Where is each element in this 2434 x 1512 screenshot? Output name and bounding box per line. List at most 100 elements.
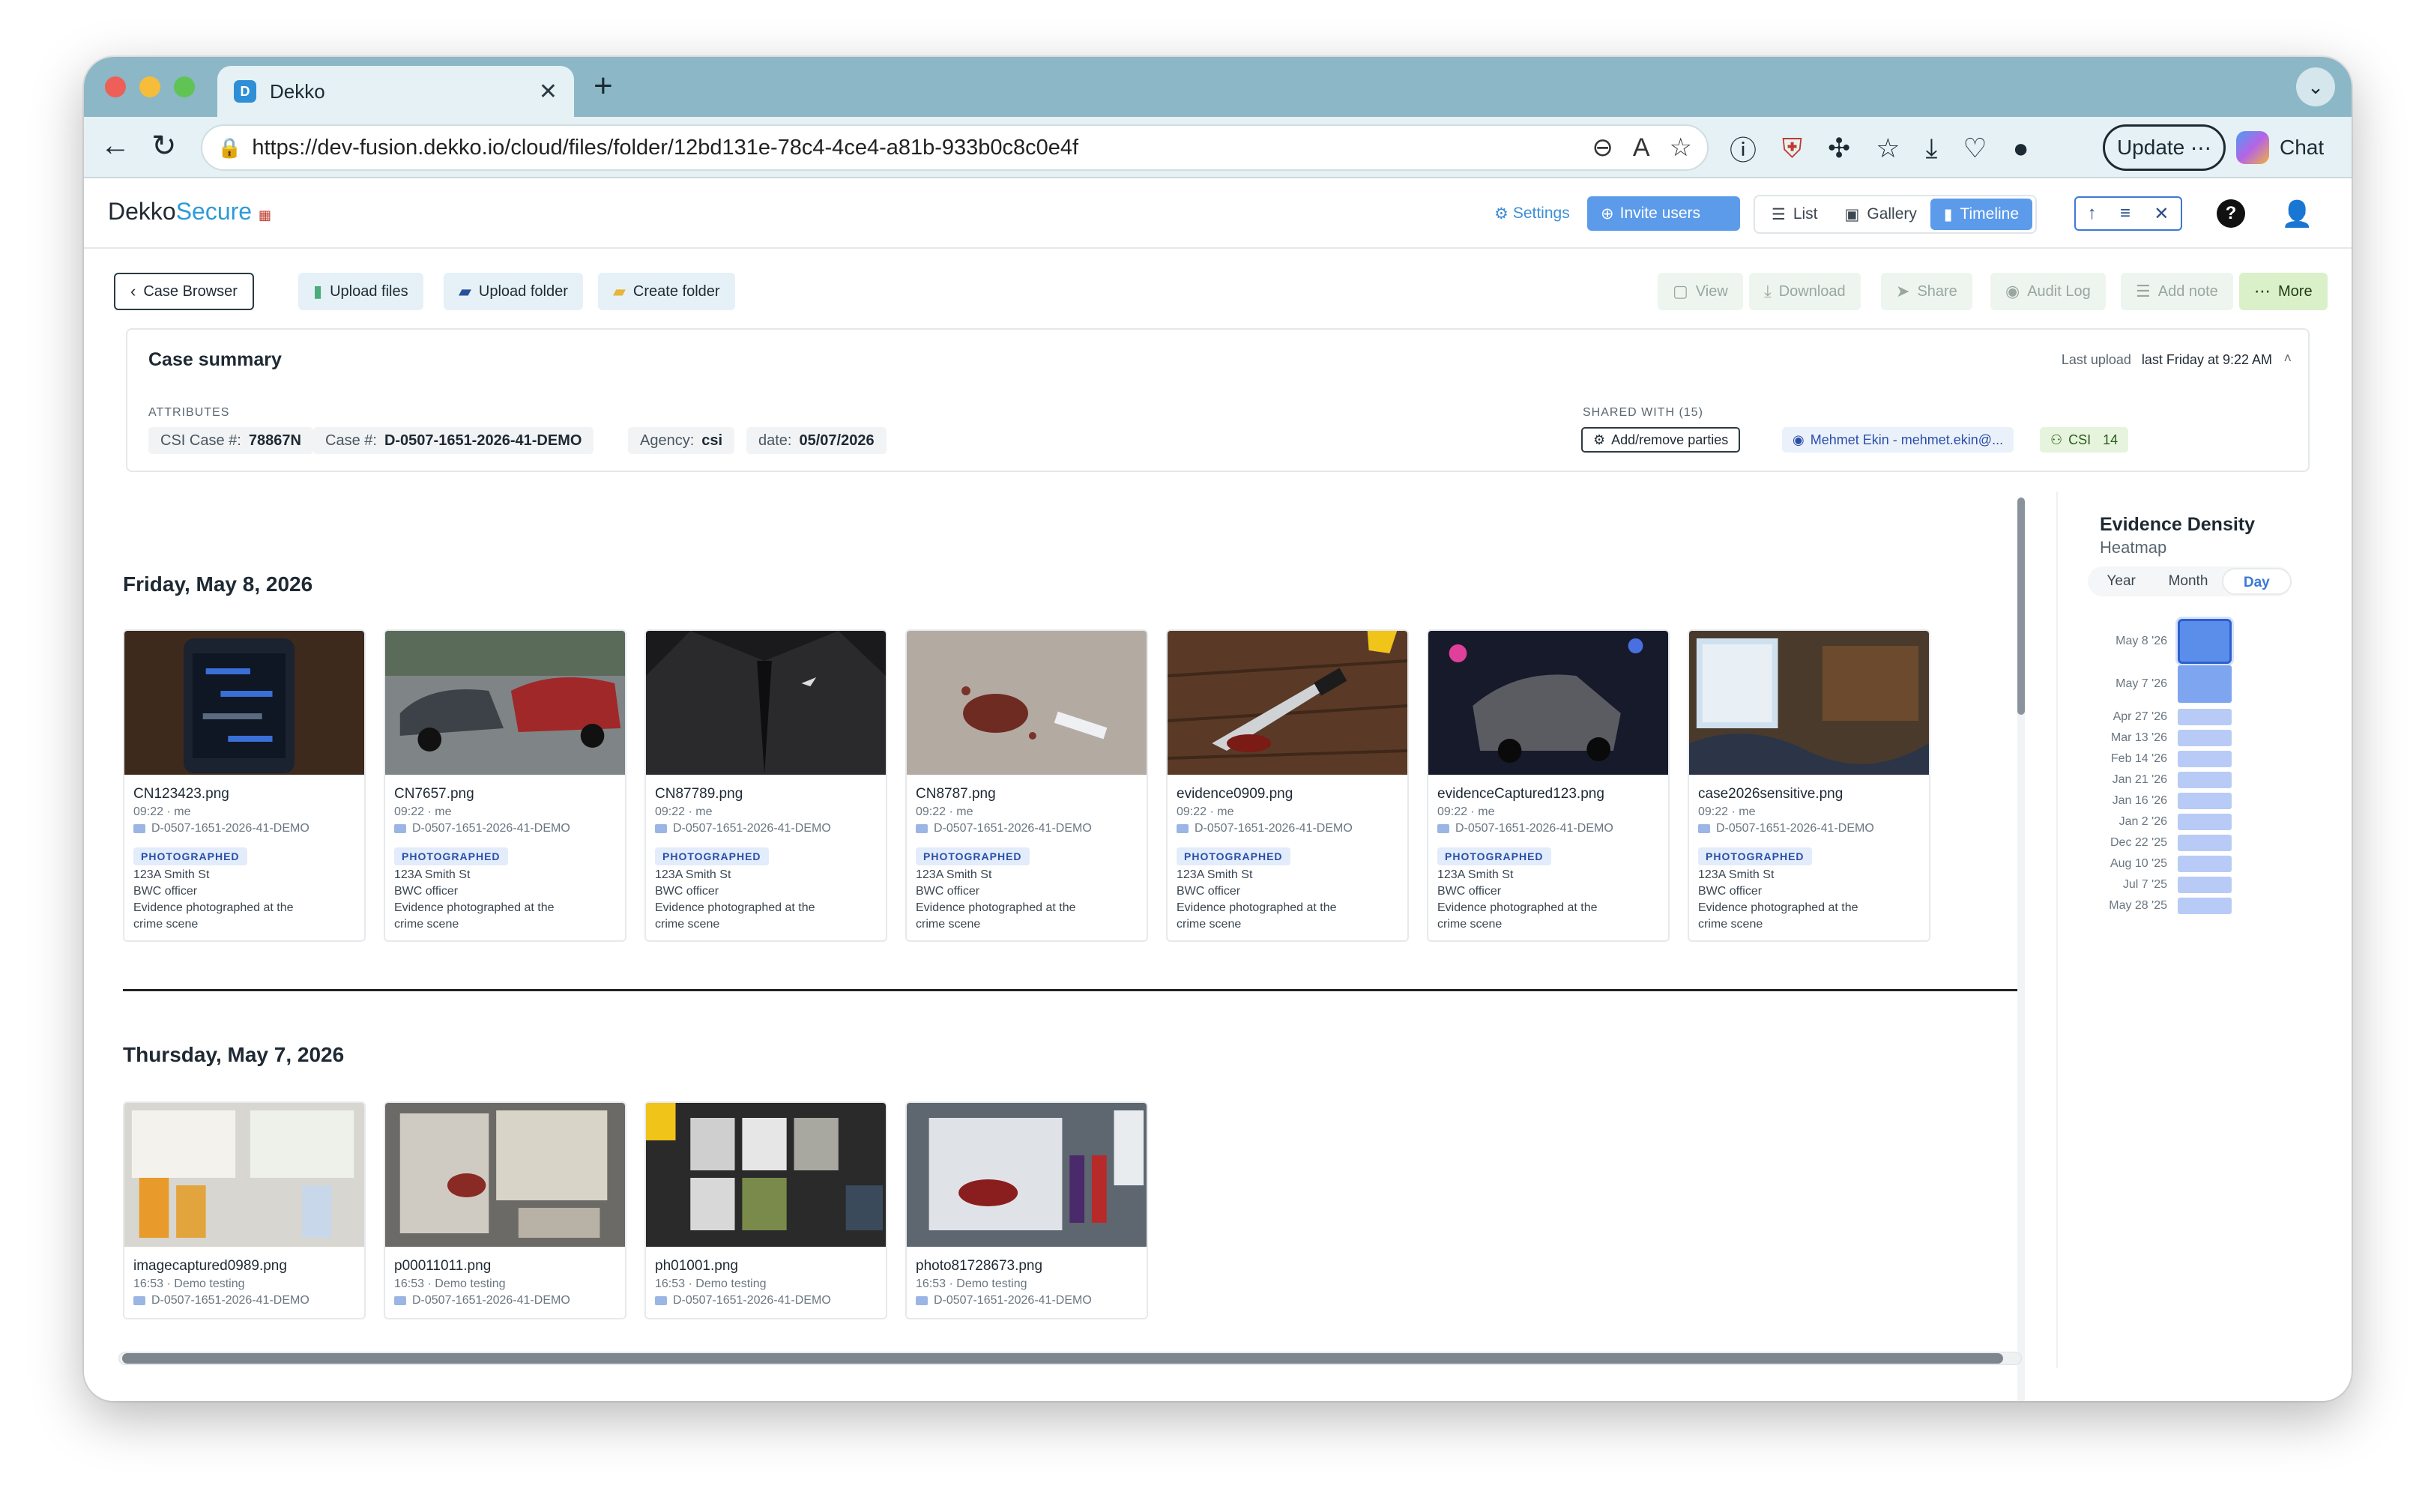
heatmap-row[interactable]: Feb 14 '26	[2088, 751, 2232, 767]
heatmap-row[interactable]: Jul 7 '25	[2088, 877, 2232, 893]
view-button[interactable]: ▢ View	[1658, 273, 1743, 310]
health-icon[interactable]: ♡	[1963, 133, 1987, 164]
file-card[interactable]: photo81728673.png 16:53 · Demo testing D…	[905, 1101, 1148, 1319]
sort-arrow-icon[interactable]: ↑	[2088, 203, 2097, 224]
heatmap-cell[interactable]	[2178, 814, 2232, 830]
file-card[interactable]: ph01001.png 16:53 · Demo testing D-0507-…	[644, 1101, 887, 1319]
us-flag-icon: ▦	[258, 208, 271, 223]
heatmap-row[interactable]: Jan 16 '26	[2088, 793, 2232, 809]
download-icon[interactable]: ⤓	[1925, 133, 1937, 165]
minimize-window-icon[interactable]	[139, 76, 160, 97]
shared-user-chip[interactable]: ◉ Mehmet Ekin - mehmet.ekin@...	[1782, 427, 2014, 453]
heatmap-cell[interactable]	[2178, 835, 2232, 851]
horizontal-scroll-thumb[interactable]	[122, 1353, 2003, 1364]
create-folder-button[interactable]: ▰ Create folder	[598, 273, 735, 310]
file-note: Evidence photographed at the	[1177, 901, 1337, 914]
heatmap-row[interactable]: May 7 '26	[2088, 665, 2232, 703]
shield-extension-icon[interactable]: ⛨	[1782, 133, 1802, 165]
file-card[interactable]: CN123423.png 09:22 · me D-0507-1651-2026…	[123, 629, 366, 942]
heatmap-row[interactable]: May 28 '25	[2088, 898, 2232, 914]
vertical-scroll-thumb[interactable]	[2017, 498, 2025, 715]
upload-files-button[interactable]: ▮ Upload files	[298, 273, 423, 310]
zoom-icon[interactable]: ⊖	[1592, 133, 1613, 163]
file-card[interactable]: CN7657.png 09:22 · me D-0507-1651-2026-4…	[384, 629, 626, 942]
read-aloud-icon[interactable]: A	[1633, 133, 1650, 163]
view-timeline-tab[interactable]: ▮ Timeline	[1930, 199, 2033, 230]
heatmap-cell[interactable]	[2178, 856, 2232, 872]
settings-button[interactable]: ⚙ Settings	[1481, 196, 1583, 231]
favorites-list-icon[interactable]: ☆	[1876, 133, 1900, 164]
app-logo[interactable]: DekkoSecure ▦	[108, 198, 271, 226]
clear-x-icon[interactable]: ✕	[2154, 203, 2169, 225]
add-parties-label: Add/remove parties	[1611, 432, 1729, 447]
heatmap-row[interactable]: May 8 '26	[2088, 619, 2232, 664]
attribute-chip: Agency: csi	[628, 427, 735, 454]
collapse-caret-icon[interactable]: ˄	[2283, 351, 2292, 366]
chat-button[interactable]: Chat	[2236, 126, 2324, 169]
thumbnail-phone-screen	[124, 631, 364, 775]
reload-icon[interactable]: ↻	[151, 129, 177, 163]
heatmap-row[interactable]: Jan 2 '26	[2088, 814, 2232, 830]
heatmap-cell[interactable]	[2178, 772, 2232, 788]
audit-log-button[interactable]: ◉ Audit Log	[1990, 273, 2106, 310]
profile-avatar-icon[interactable]: ●	[2013, 133, 2029, 164]
case-summary-panel: Case summary Last upload last Friday at 9…	[126, 328, 2310, 472]
heatmap-cell[interactable]	[2178, 751, 2232, 767]
share-button[interactable]: ➤ Share	[1881, 273, 1972, 310]
maximize-window-icon[interactable]	[174, 76, 195, 97]
download-button[interactable]: ⤓ Download	[1749, 273, 1861, 310]
file-source: BWC officer	[1437, 885, 1502, 898]
user-account-icon[interactable]: 👤	[2281, 199, 2313, 229]
heatmap-cell[interactable]	[2178, 665, 2232, 703]
date-heading: Thursday, May 7, 2026	[123, 1043, 345, 1066]
file-card[interactable]: p00011011.png 16:53 · Demo testing D-050…	[384, 1101, 626, 1319]
group-chip[interactable]: ⚇ CSI 14	[2040, 427, 2129, 453]
browser-tab[interactable]: D Dekko ✕	[217, 66, 574, 117]
heatmap-tab-day[interactable]: Day	[2221, 568, 2292, 595]
invite-users-button[interactable]: ⊕ Invite users	[1587, 196, 1740, 231]
file-card[interactable]: CN8787.png 09:22 · me D-0507-1651-2026-4…	[905, 629, 1148, 942]
heatmap-cell[interactable]	[2178, 619, 2232, 664]
file-card[interactable]: evidenceCaptured123.png 09:22 · me D-050…	[1427, 629, 1670, 942]
heatmap-row[interactable]: Mar 13 '26	[2088, 730, 2232, 746]
heatmap-cell[interactable]	[2178, 793, 2232, 809]
filter-check-icon[interactable]: ≡	[2120, 203, 2130, 224]
favorite-star-icon[interactable]: ☆	[1670, 133, 1692, 163]
case-browser-button[interactable]: ‹ Case Browser	[114, 273, 254, 310]
upload-folder-button[interactable]: ▰ Upload folder	[444, 273, 583, 310]
help-icon[interactable]: ?	[2217, 199, 2245, 228]
heatmap-cell[interactable]	[2178, 877, 2232, 893]
password-extension-icon[interactable]: ⓘ	[1730, 129, 1757, 168]
file-card[interactable]: CN87789.png 09:22 · me D-0507-1651-2026-…	[644, 629, 887, 942]
view-list-tab[interactable]: ☰ List	[1758, 199, 1831, 230]
close-window-icon[interactable]	[105, 76, 126, 97]
horizontal-scrollbar[interactable]	[118, 1352, 2022, 1365]
add-note-button[interactable]: ☰ Add note	[2121, 273, 2233, 310]
address-bar[interactable]: 🔒 https://dev-fusion.dekko.io/cloud/file…	[201, 124, 1709, 171]
file-card[interactable]: imagecaptured0989.png 16:53 · Demo testi…	[123, 1101, 366, 1319]
heatmap-row[interactable]: Dec 22 '25	[2088, 835, 2232, 851]
add-remove-parties-button[interactable]: ⚙ Add/remove parties	[1581, 427, 1741, 453]
update-button[interactable]: Update ⋯	[2103, 124, 2226, 171]
file-path-text: D-0507-1651-2026-41-DEMO	[1716, 822, 1874, 835]
heatmap-cell[interactable]	[2178, 898, 2232, 914]
file-card[interactable]: evidence0909.png 09:22 · me D-0507-1651-…	[1166, 629, 1409, 942]
tab-menu-chevron-icon[interactable]: ⌄	[2296, 67, 2335, 106]
vertical-scrollbar[interactable]	[2017, 498, 2025, 1401]
heatmap-cell[interactable]	[2178, 730, 2232, 746]
file-card[interactable]: case2026sensitive.png 09:22 · me D-0507-…	[1688, 629, 1930, 942]
thumbnail-knife-evidence	[1168, 631, 1407, 775]
heatmap-tab-month[interactable]: Month	[2154, 568, 2221, 595]
puzzle-extensions-icon[interactable]: ✣	[1828, 133, 1850, 164]
heatmap-row[interactable]: Jan 21 '26	[2088, 772, 2232, 788]
heatmap-row-label: Apr 27 '26	[2113, 710, 2167, 723]
heatmap-tab-year[interactable]: Year	[2088, 568, 2154, 595]
close-tab-icon[interactable]: ✕	[539, 79, 558, 105]
more-button[interactable]: ⋯ More	[2239, 273, 2328, 310]
heatmap-cell[interactable]	[2178, 709, 2232, 725]
heatmap-row[interactable]: Apr 27 '26	[2088, 709, 2232, 725]
new-tab-icon[interactable]: +	[594, 67, 613, 105]
back-arrow-icon[interactable]: ←	[100, 129, 130, 163]
heatmap-row[interactable]: Aug 10 '25	[2088, 856, 2232, 872]
view-gallery-tab[interactable]: ▣ Gallery	[1831, 199, 1930, 230]
